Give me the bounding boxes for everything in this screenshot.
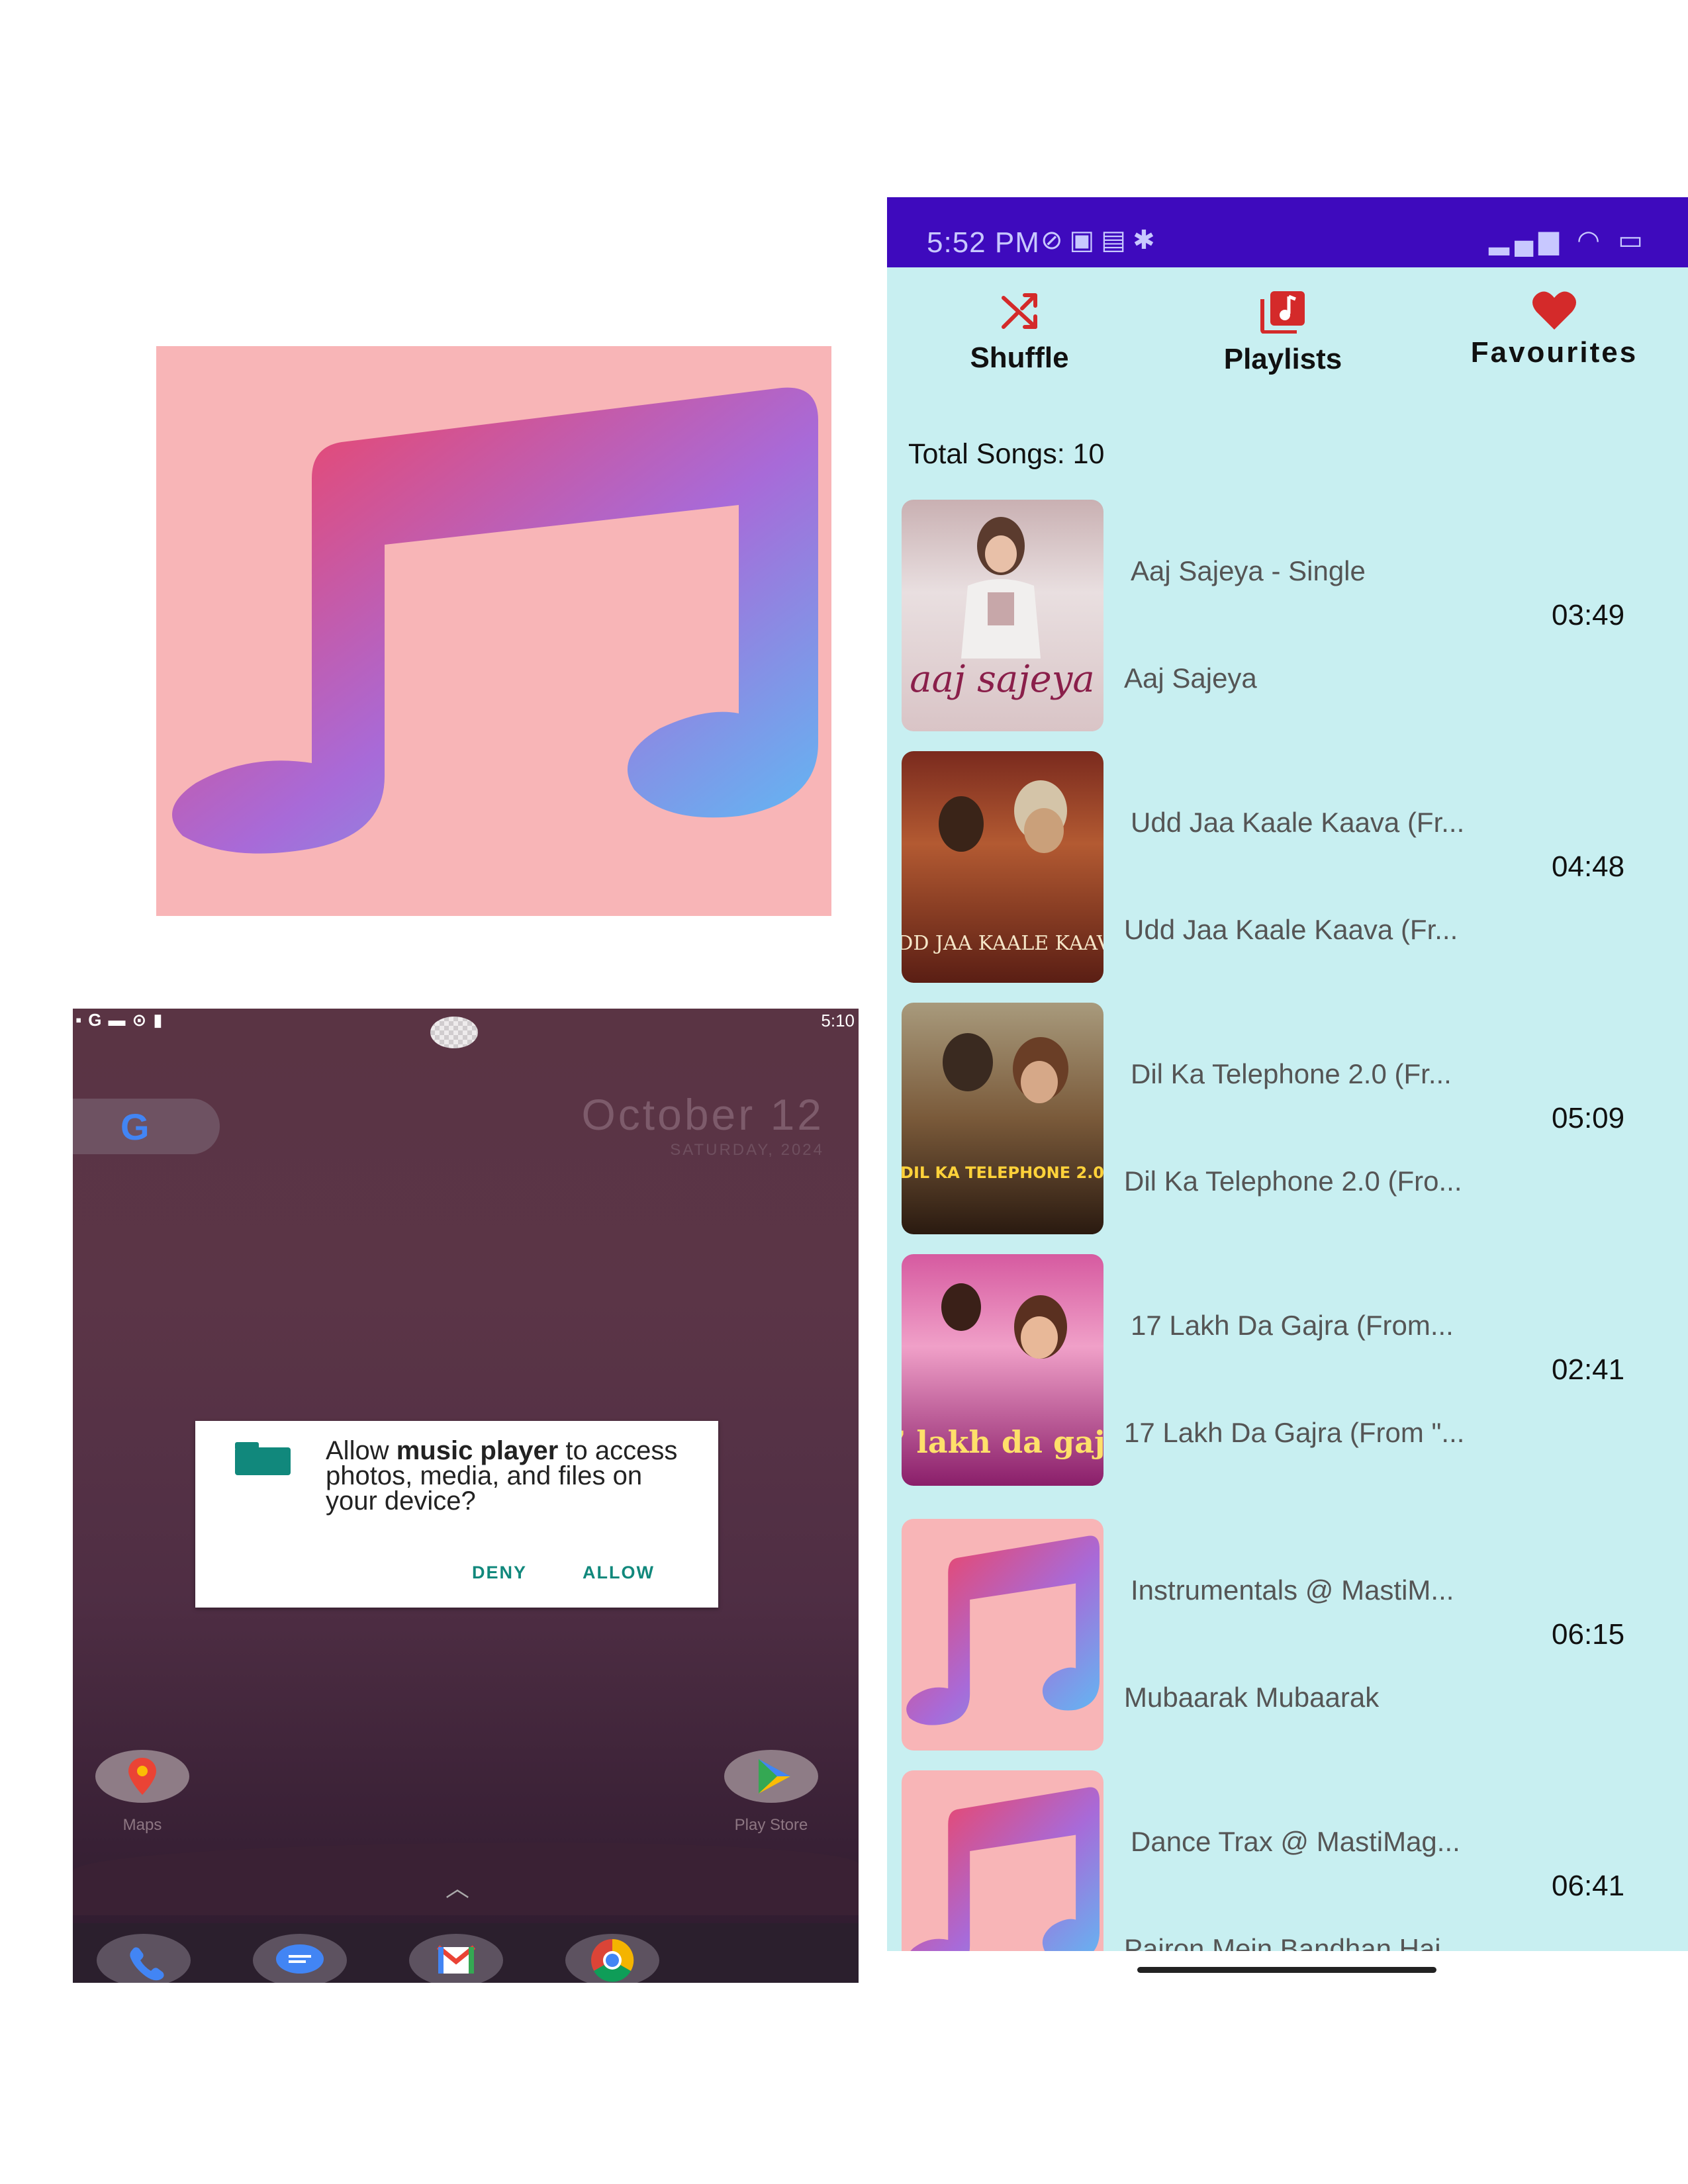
album-art-text: DIL KA TELEPHONE 2.0	[902, 1163, 1103, 1182]
shuffle-icon	[1002, 293, 1037, 329]
song-title: Aaj Sajeya - Single	[1131, 555, 1366, 586]
music-player-screen: 5:52 PM ⊘▣▤✱ ▂▄▆ ◠ ▭ Shuffle Playlists F…	[887, 197, 1688, 1951]
song-item[interactable]: Dance Trax @ MastiMag... Pairon Mein Ban…	[887, 1770, 1688, 1951]
google-icon: G	[120, 1106, 150, 1148]
music-note-art-icon	[902, 1519, 1103, 1751]
song-album: 17 Lakh Da Gajra (From "...	[1124, 1417, 1465, 1448]
album-art: UDD JAA KAALE KAAVA	[902, 751, 1103, 983]
maps-icon	[95, 1750, 189, 1803]
album-art-text: aaj sajeya	[910, 658, 1095, 701]
song-album: Mubaarak Mubaarak	[1124, 1682, 1380, 1713]
play-store-app[interactable]: Play Store	[718, 1750, 824, 1835]
permission-message: Allow music player to access photos, med…	[326, 1437, 696, 1514]
song-title: Dil Ka Telephone 2.0 (Fr...	[1131, 1058, 1452, 1089]
album-art: DIL KA TELEPHONE 2.0	[902, 1003, 1103, 1234]
app-drawer-caret-icon[interactable]: ︿	[445, 1869, 469, 1903]
song-duration: 06:15	[1552, 1618, 1625, 1651]
home-status-time: 5:10	[821, 1011, 855, 1030]
album-art: 17 lakh da gajra	[902, 1254, 1103, 1486]
maps-label: Maps	[122, 1816, 162, 1834]
playlists-label: Playlists	[1223, 343, 1342, 375]
heart-icon	[1532, 291, 1576, 330]
gesture-nav-handle[interactable]	[1137, 1967, 1436, 1973]
notification-icons: ⊘▣▤✱	[1041, 226, 1162, 255]
playlists-button[interactable]: Playlists	[1184, 290, 1382, 376]
song-title: Udd Jaa Kaale Kaava (Fr...	[1131, 807, 1465, 838]
music-note-logo	[156, 346, 831, 916]
album-art-text: 17 lakh da gajra	[902, 1424, 1103, 1460]
home-date: October 12	[581, 1090, 824, 1139]
music-note-art-icon	[902, 1770, 1103, 1951]
song-item[interactable]: Instrumentals @ MastiM... Mubaarak Mubaa…	[887, 1519, 1688, 1757]
song-duration: 02:41	[1552, 1353, 1625, 1386]
play-store-label: Play Store	[734, 1816, 808, 1834]
status-time: 5:52 PM	[927, 226, 1040, 259]
song-title: Dance Trax @ MastiMag...	[1131, 1826, 1460, 1857]
song-album: Aaj Sajeya	[1124, 662, 1257, 694]
folder-icon	[235, 1442, 291, 1475]
permission-dialog: Allow music player to access photos, med…	[195, 1421, 718, 1608]
song-duration: 03:49	[1552, 599, 1625, 631]
favourites-label: Favourites	[1470, 336, 1638, 369]
song-title: 17 Lakh Da Gajra (From...	[1131, 1310, 1454, 1341]
status-bar: 5:52 PM ⊘▣▤✱ ▂▄▆ ◠ ▭	[887, 197, 1688, 267]
song-album: Pairon Mein Bandhan Hai	[1124, 1933, 1441, 1951]
deny-button[interactable]: DENY	[472, 1563, 527, 1583]
shuffle-button[interactable]: Shuffle	[920, 290, 1119, 375]
favourites-button[interactable]: Favourites	[1455, 290, 1654, 369]
phone-icon[interactable]	[97, 1934, 191, 1983]
home-dock	[73, 1923, 859, 1983]
home-day: SATURDAY, 2024	[670, 1141, 824, 1159]
song-album: Udd Jaa Kaale Kaava (Fr...	[1124, 914, 1458, 945]
maps-app[interactable]: Maps	[89, 1750, 195, 1835]
song-item[interactable]: DIL KA TELEPHONE 2.0 Dil Ka Telephone 2.…	[887, 1003, 1688, 1241]
total-songs-count: Total Songs: 10	[908, 438, 1105, 470]
song-item[interactable]: UDD JAA KAALE KAAVA Udd Jaa Kaale Kaava …	[887, 751, 1688, 989]
notification-icons: ▪G▬⊙▮	[75, 1010, 169, 1030]
song-title: Instrumentals @ MastiM...	[1131, 1574, 1454, 1606]
song-duration: 06:41	[1552, 1870, 1625, 1902]
album-art-text: UDD JAA KAALE KAAVA	[902, 932, 1103, 955]
google-search-bar[interactable]: G	[73, 1099, 220, 1154]
signal-wifi-battery-icon: ▂▄▆ ◠ ▭	[1489, 226, 1648, 255]
gmail-icon[interactable]	[409, 1934, 503, 1983]
chrome-icon[interactable]	[565, 1934, 659, 1983]
song-item[interactable]: 17 lakh da gajra 17 Lakh Da Gajra (From.…	[887, 1254, 1688, 1492]
song-item[interactable]: aaj sajeya Aaj Sajeya - Single Aaj Sajey…	[887, 500, 1688, 738]
song-duration: 04:48	[1552, 850, 1625, 883]
android-home-screen: ▪G▬⊙▮ 5:10 G October 12 SATURDAY, 2024 A…	[73, 1009, 859, 1983]
song-album: Dil Ka Telephone 2.0 (Fro...	[1124, 1165, 1462, 1197]
camera-notch-icon	[430, 1017, 478, 1048]
song-duration: 05:09	[1552, 1102, 1625, 1134]
shuffle-label: Shuffle	[970, 341, 1069, 374]
album-art: aaj sajeya	[902, 500, 1103, 731]
allow-button[interactable]: ALLOW	[583, 1563, 655, 1583]
play-store-icon	[724, 1750, 818, 1803]
messages-icon[interactable]	[253, 1934, 347, 1983]
playlist-icon	[1260, 291, 1305, 334]
